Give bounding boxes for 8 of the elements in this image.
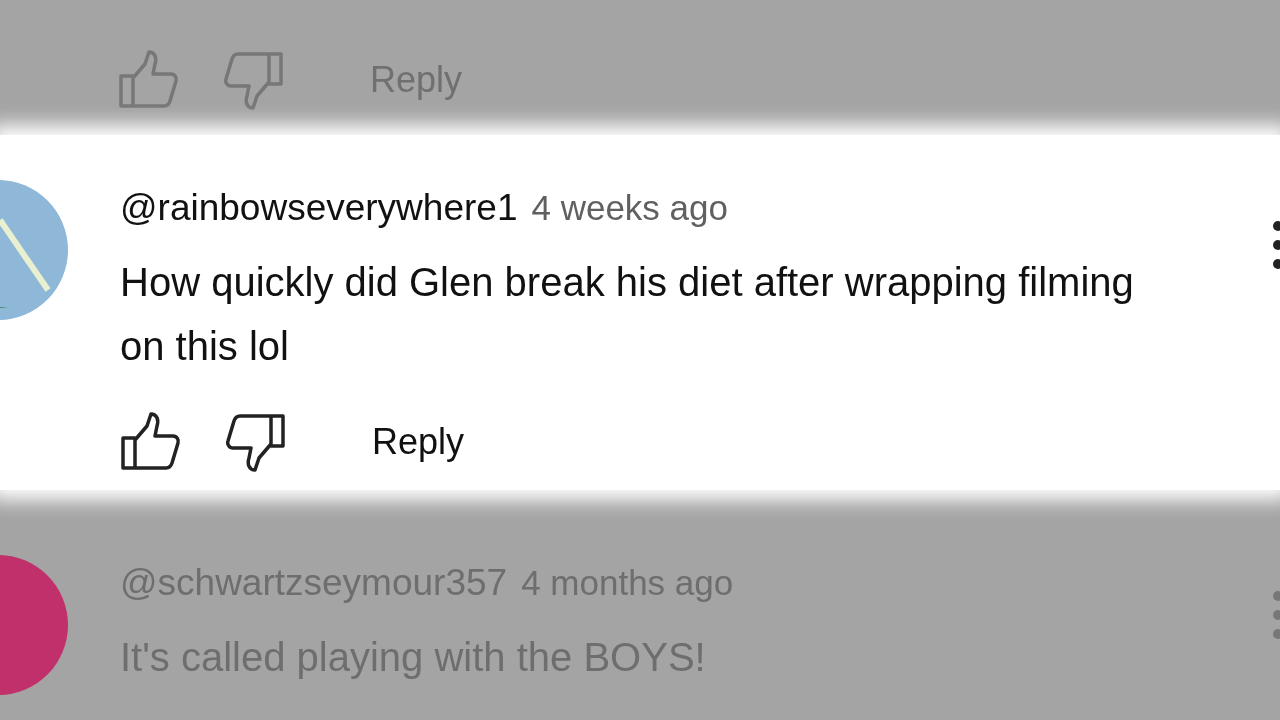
thumbs-up-icon[interactable] (120, 411, 182, 472)
thumbs-down-icon[interactable] (224, 411, 286, 472)
thumbs-up-icon[interactable] (118, 50, 180, 110)
username[interactable]: @rainbowseverywhere1 (120, 187, 518, 228)
thumbs-down-icon[interactable] (222, 50, 284, 110)
reply-button[interactable]: Reply (372, 414, 465, 469)
comment-text: How quickly did Glen break his diet after wrapping filming on this lol (120, 258, 1135, 370)
timestamp: 4 weeks ago (531, 188, 728, 227)
